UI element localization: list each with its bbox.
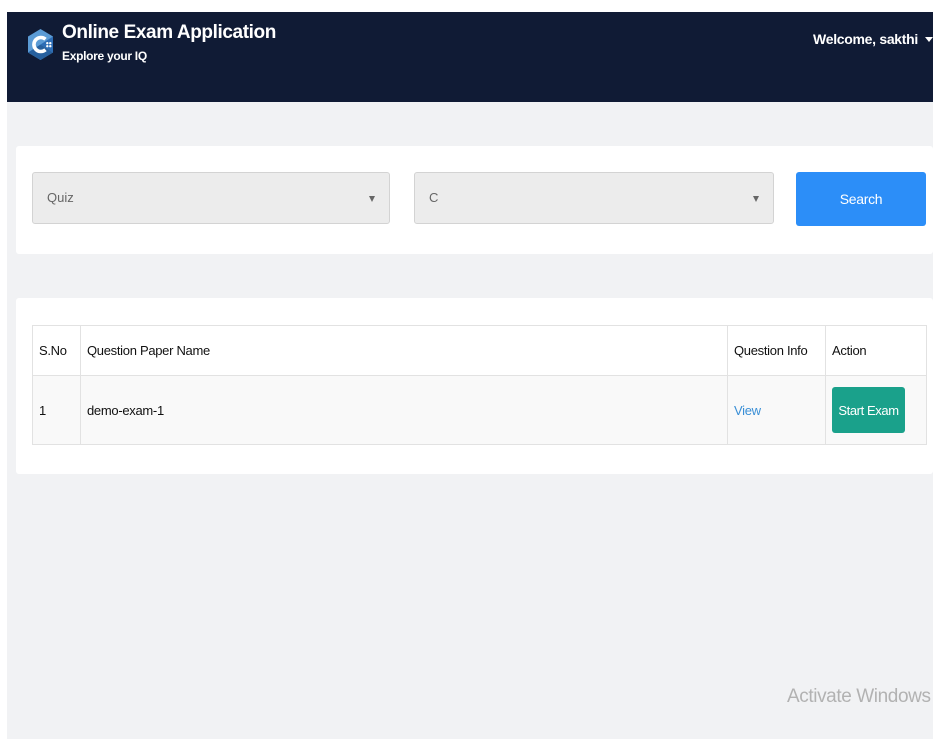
exam-category-value: Quiz xyxy=(47,190,74,205)
subject-select[interactable]: C xyxy=(414,172,774,224)
table-header-row: S.No Question Paper Name Question Info A… xyxy=(32,325,927,376)
cell-question-info: View xyxy=(727,375,826,445)
main-content: Online Exam Application Explore your IQ … xyxy=(7,12,933,739)
navbar: Online Exam Application Explore your IQ … xyxy=(7,12,933,102)
search-button[interactable]: Search xyxy=(796,172,926,226)
view-link[interactable]: View xyxy=(734,403,761,418)
start-exam-button[interactable]: Start Exam xyxy=(832,387,905,433)
exam-list-card: S.No Question Paper Name Question Info A… xyxy=(16,298,933,474)
cell-action: Start Exam xyxy=(825,375,927,445)
filter-card: Quiz C Search xyxy=(16,146,933,254)
select-arrow-icon xyxy=(753,196,759,202)
app-subtitle: Explore your IQ xyxy=(62,49,147,63)
app-title: Online Exam Application xyxy=(62,22,276,43)
exam-table: S.No Question Paper Name Question Info A… xyxy=(32,325,927,445)
activate-windows-watermark: Activate Windows xyxy=(787,686,931,707)
user-welcome-text: Welcome, sakthi xyxy=(813,31,918,47)
select-arrow-icon xyxy=(369,196,375,202)
exam-category-select[interactable]: Quiz xyxy=(32,172,390,224)
page: Online Exam Application Explore your IQ … xyxy=(0,0,933,739)
header-sno: S.No xyxy=(32,325,81,376)
table-row: 1 demo-exam-1 View Start Exam xyxy=(32,375,927,445)
header-question-paper-name: Question Paper Name xyxy=(80,325,728,376)
caret-down-icon xyxy=(925,36,933,42)
c-language-logo-icon[interactable] xyxy=(27,28,54,61)
subject-value: C xyxy=(429,190,439,205)
cell-question-paper-name: demo-exam-1 xyxy=(80,375,728,445)
cell-sno: 1 xyxy=(32,375,81,445)
header-action: Action xyxy=(825,325,927,376)
header-question-info: Question Info xyxy=(727,325,826,376)
user-menu[interactable]: Welcome, sakthi xyxy=(813,31,933,47)
